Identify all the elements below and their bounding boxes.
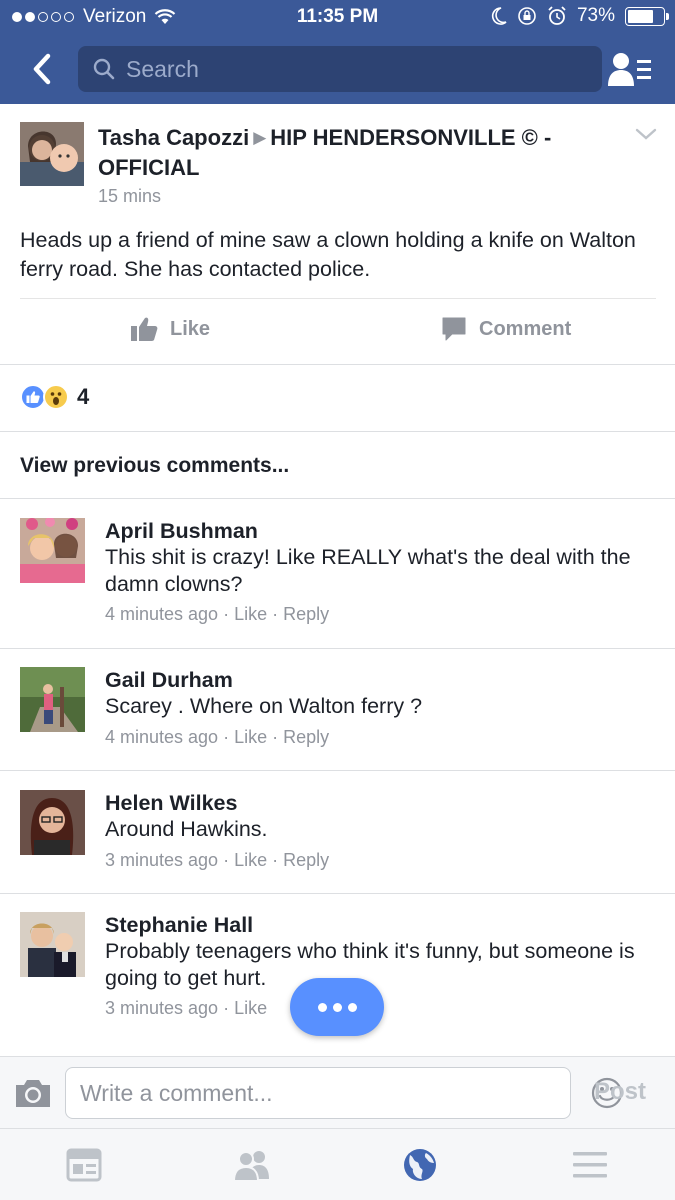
moon-icon	[491, 7, 507, 25]
avatar[interactable]	[20, 790, 85, 855]
reaction-count: 4	[77, 384, 90, 409]
comment-meta: 4 minutes ago · Like · Reply	[105, 727, 330, 747]
comment-bubble-icon	[442, 317, 466, 341]
comment-timestamp: 4 minutes ago	[105, 604, 219, 624]
comment-button[interactable]: Comment	[441, 316, 571, 342]
comment-like-link[interactable]: Like	[234, 604, 267, 624]
dot-icon	[332, 1002, 342, 1012]
comment-like-link[interactable]: Like	[234, 998, 267, 1018]
news-feed-icon[interactable]	[64, 1147, 104, 1183]
comment-author[interactable]: Stephanie Hall	[105, 912, 253, 938]
comment-text: Probably teenagers who think it's funny,…	[105, 939, 635, 990]
post-button[interactable]: Post	[594, 1078, 646, 1106]
friends-list-icon[interactable]	[606, 50, 654, 90]
comment-author[interactable]: Gail Durham	[105, 667, 233, 693]
search-placeholder: Search	[126, 55, 199, 82]
comment-meta: 3 minutes ago · Like	[105, 998, 268, 1018]
comment-input[interactable]: Write a comment...	[65, 1067, 623, 1119]
tab-bar	[0, 1128, 675, 1200]
comment-like-link[interactable]: Like	[234, 850, 267, 870]
globe-icon[interactable]	[400, 1147, 440, 1183]
avatar[interactable]	[20, 667, 85, 732]
avatar[interactable]	[20, 122, 84, 186]
post-body: Heads up a friend of mine saw a clown ho…	[20, 228, 636, 281]
divider	[0, 648, 675, 649]
search-icon	[93, 58, 115, 80]
comment-label: Comment	[479, 317, 572, 340]
comment-reply-link[interactable]: Reply	[283, 727, 329, 747]
dot-icon	[347, 1002, 357, 1012]
reactions-summary[interactable]: 4	[20, 384, 89, 410]
more-options-button[interactable]	[290, 978, 384, 1036]
like-button[interactable]: Like	[130, 316, 210, 342]
comment-text: This shit is crazy! Like REALLY what's t…	[105, 545, 631, 596]
dot-icon	[317, 1002, 327, 1012]
comment-reply-link[interactable]: Reply	[283, 604, 329, 624]
divider	[0, 498, 675, 499]
like-label: Like	[170, 317, 211, 340]
divider	[0, 431, 675, 432]
post-timestamp[interactable]: 15 mins	[98, 186, 161, 207]
post-header: Tasha Capozzi ▶ HIP HENDERSONVILLE © - OFF…	[98, 124, 618, 182]
top-header: Verizon 11:35 PM 73% Search	[0, 0, 675, 104]
search-input[interactable]: Search	[78, 46, 602, 92]
comment-meta: 3 minutes ago · Like · Reply	[105, 850, 330, 870]
battery-icon	[625, 6, 669, 26]
post-author-name[interactable]: Tasha Capozzi	[98, 125, 249, 150]
divider	[0, 364, 675, 365]
divider	[0, 893, 675, 894]
comment-author[interactable]: Helen Wilkes	[105, 790, 237, 816]
comment-meta: 4 minutes ago · Like · Reply	[105, 604, 330, 624]
friends-icon[interactable]	[232, 1147, 272, 1183]
menu-icon[interactable]	[570, 1147, 610, 1183]
alarm-icon	[548, 6, 566, 25]
comment-timestamp: 3 minutes ago	[105, 850, 219, 870]
camera-icon[interactable]	[14, 1077, 52, 1109]
rotation-lock-icon	[518, 7, 536, 25]
wow-reaction-icon	[43, 384, 69, 410]
avatar[interactable]	[20, 518, 85, 583]
avatar[interactable]	[20, 912, 85, 977]
chevron-down-icon[interactable]	[634, 126, 658, 142]
share-arrow-icon: ▶	[253, 128, 267, 147]
comment-text: Around Hawkins.	[105, 817, 268, 841]
comment-input-placeholder: Write a comment...	[80, 1079, 273, 1106]
comment-composer: Write a comment... Post	[0, 1056, 675, 1128]
nav-bar: Search	[0, 44, 675, 94]
comment-author[interactable]: April Bushman	[105, 518, 258, 544]
comment-text: Scarey . Where on Walton ferry ?	[105, 694, 423, 718]
thumbs-up-icon	[131, 317, 158, 341]
comment-timestamp: 3 minutes ago	[105, 998, 219, 1018]
comment-timestamp: 4 minutes ago	[105, 727, 219, 747]
comment-like-link[interactable]: Like	[234, 727, 267, 747]
status-bar: Verizon 11:35 PM 73%	[0, 0, 675, 34]
comment-reply-link[interactable]: Reply	[283, 850, 329, 870]
divider	[0, 770, 675, 771]
divider	[20, 298, 656, 299]
view-previous-comments-link[interactable]: View previous comments...	[20, 454, 289, 478]
battery-percent: 73%	[576, 5, 615, 26]
back-arrow-icon[interactable]	[26, 50, 60, 88]
